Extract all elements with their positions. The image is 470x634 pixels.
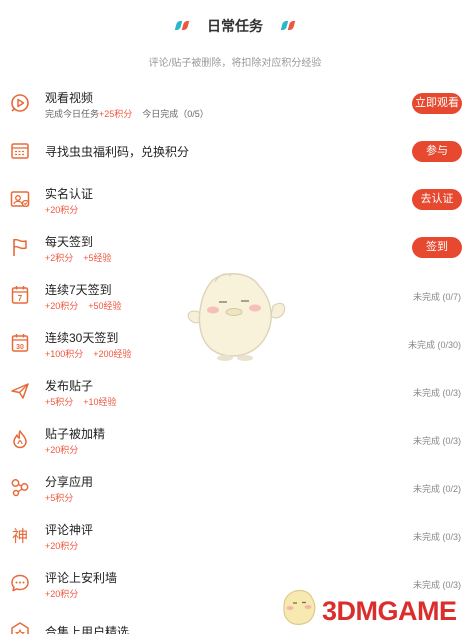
task-row-welfare-code: 寻找虫虫福利码，兑换积分 参与 [0, 128, 470, 176]
task-name: 评论上安利墙 [45, 571, 118, 585]
task-status: 未完成 (0/7) [412, 292, 461, 302]
task-name: 观看视频 [45, 91, 94, 105]
paper-plane-icon [9, 380, 31, 402]
task-status: 未完成 (0/2) [412, 484, 461, 494]
flag-icon [9, 236, 31, 258]
task-name: 分享应用 [45, 475, 94, 489]
title-decoration-left-icon [174, 17, 189, 35]
id-card-icon [9, 188, 31, 210]
task-reward: +2积分 +5经验 [45, 253, 112, 263]
task-reward: +5积分 [45, 493, 74, 503]
task-reward: +20积分 [45, 445, 79, 455]
mascot-chick-image [185, 272, 287, 362]
god-character-icon: 神 [9, 524, 31, 546]
share-icon [9, 476, 31, 498]
task-name: 连续7天签到 [45, 283, 112, 297]
watermark-text: 3DMGAME [322, 596, 457, 626]
checkin-button[interactable]: 签到 [412, 237, 462, 258]
task-row-share-app: 分享应用 +5积分 未完成 (0/2) [0, 464, 470, 512]
flame-icon [9, 428, 31, 450]
task-name: 发布贴子 [45, 379, 94, 393]
task-reward: +20积分 +50经验 [45, 301, 122, 311]
task-name: 贴子被加精 [45, 427, 106, 441]
task-name: 每天签到 [45, 235, 94, 249]
task-row-daily-checkin: 每天签到 +2积分 +5经验 签到 [0, 224, 470, 272]
task-name: 连续30天签到 [45, 331, 119, 345]
task-status: 未完成 (0/3) [412, 436, 461, 446]
task-row-post-featured: 贴子被加精 +20积分 未完成 (0/3) [0, 416, 470, 464]
verify-button[interactable]: 去认证 [412, 189, 462, 210]
participate-button[interactable]: 参与 [412, 141, 462, 162]
calendar-number: 7 [18, 294, 23, 303]
task-status: 未完成 (0/3) [412, 388, 461, 398]
title-decoration-right-icon [281, 17, 296, 35]
task-status: 未完成 (0/3) [412, 532, 461, 542]
task-reward: +20积分 [45, 589, 79, 599]
task-reward: +5积分 +10经验 [45, 397, 117, 407]
god-glyph: 神 [12, 527, 28, 546]
calendar-number: 30 [16, 344, 24, 351]
task-row-watch-video: 观看视频 完成今日任务+25积分 今日完成（0/5） 立即观看 [0, 80, 470, 128]
task-name: 合集上用户精选 [45, 625, 130, 634]
task-reward: 完成今日任务+25积分 今日完成（0/5） [45, 109, 209, 119]
deduction-notice: 评论/贴子被删除，将扣除对应积分经验 [148, 58, 322, 69]
calendar-grid-icon [9, 140, 31, 162]
chat-bubble-icon [9, 572, 31, 594]
watch-now-button[interactable]: 立即观看 [412, 93, 462, 114]
task-name: 寻找虫虫福利码，兑换积分 [45, 145, 190, 159]
star-box-icon [9, 620, 31, 634]
calendar-7-icon: 7 [9, 284, 31, 306]
task-row-god-comment: 神 评论神评 +20积分 未完成 (0/3) [0, 512, 470, 560]
task-status: 未完成 (0/30) [407, 340, 461, 350]
page-title: 日常任务 [207, 18, 263, 34]
task-reward: +100积分 +200经验 [45, 349, 132, 359]
calendar-30-icon: 30 [9, 332, 31, 354]
task-row-publish-post: 发布贴子 +5积分 +10经验 未完成 (0/3) [0, 368, 470, 416]
task-name: 实名认证 [45, 187, 94, 201]
play-circle-icon [9, 92, 31, 114]
task-name: 评论神评 [45, 523, 94, 537]
header: 日常任务 评论/贴子被删除，将扣除对应积分经验 [0, 0, 470, 80]
task-reward: +20积分 [45, 205, 79, 215]
title-bar: 日常任务 [0, 16, 470, 36]
task-reward: +20积分 [45, 541, 79, 551]
task-row-real-name: 实名认证 +20积分 去认证 [0, 176, 470, 224]
